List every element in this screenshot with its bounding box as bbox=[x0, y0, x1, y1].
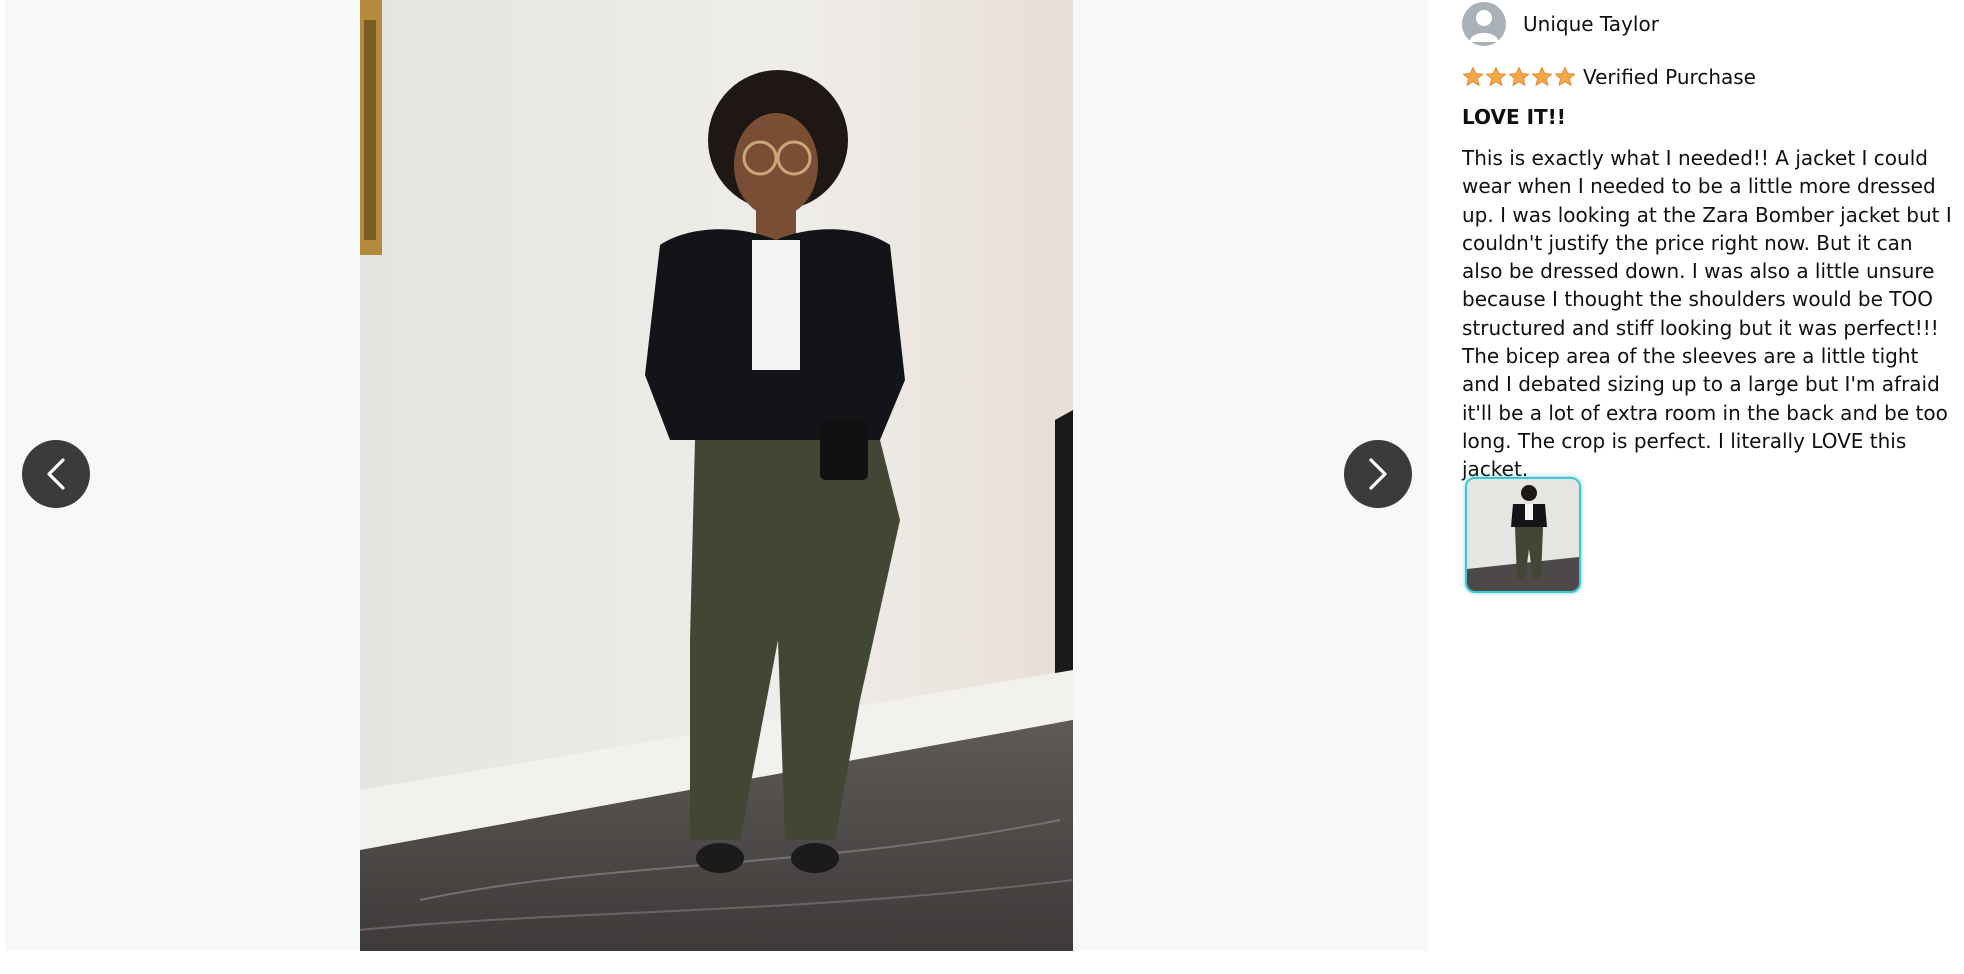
star-icon bbox=[1531, 66, 1553, 87]
star-icon bbox=[1462, 66, 1484, 87]
thumbnail-image bbox=[1467, 479, 1579, 591]
star-icon bbox=[1554, 66, 1576, 87]
next-image-button[interactable] bbox=[1344, 440, 1412, 508]
reviewer-profile[interactable]: Unique Taylor bbox=[1462, 2, 1659, 46]
review-panel: Unique Taylor Verified Purchase LOVE IT!… bbox=[1462, 0, 1957, 951]
review-image-thumbnail[interactable] bbox=[1465, 477, 1581, 593]
image-viewer bbox=[5, 0, 1428, 951]
previous-image-button[interactable] bbox=[22, 440, 90, 508]
chevron-right-icon bbox=[1369, 458, 1387, 490]
avatar bbox=[1462, 2, 1506, 46]
star-icon bbox=[1508, 66, 1530, 87]
chevron-left-icon bbox=[47, 458, 65, 490]
review-photo bbox=[360, 0, 1073, 951]
review-body: This is exactly what I needed!! A jacket… bbox=[1462, 146, 1952, 482]
verified-purchase-badge: Verified Purchase bbox=[1583, 65, 1756, 89]
review-photo-image bbox=[360, 0, 1073, 951]
star-icon bbox=[1485, 66, 1507, 87]
user-silhouette-icon bbox=[1469, 10, 1499, 42]
reviewer-name[interactable]: Unique Taylor bbox=[1523, 12, 1659, 36]
review-title: LOVE IT!! bbox=[1462, 105, 1566, 129]
star-rating bbox=[1462, 66, 1577, 88]
rating-row: Verified Purchase bbox=[1462, 65, 1756, 89]
